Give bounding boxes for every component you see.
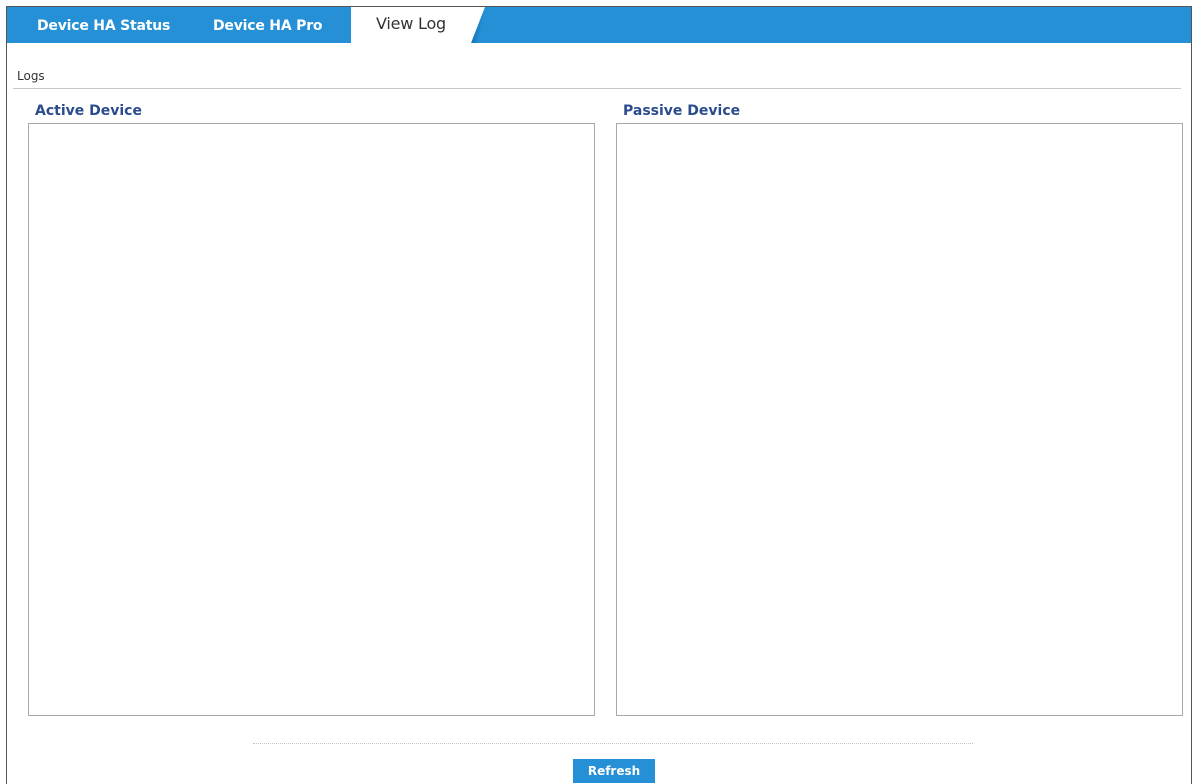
tab-device-ha-pro[interactable]: Device HA Pro [213, 7, 323, 43]
section-divider [13, 88, 1181, 89]
tab-view-log[interactable]: View Log [351, 7, 471, 43]
passive-device-log[interactable] [616, 123, 1183, 716]
active-device-log[interactable] [28, 123, 595, 716]
active-device-heading: Active Device [35, 103, 142, 119]
view-log-window: Device HA Status Device HA Pro View Log … [6, 6, 1192, 784]
passive-device-heading: Passive Device [623, 103, 741, 119]
refresh-button[interactable]: Refresh [573, 759, 655, 783]
tab-bar: Device HA Status Device HA Pro View Log [7, 7, 1191, 43]
tab-notch [471, 7, 485, 43]
footer-divider [253, 743, 973, 744]
tab-device-ha-status[interactable]: Device HA Status [37, 7, 170, 43]
section-title: Logs [17, 69, 45, 83]
